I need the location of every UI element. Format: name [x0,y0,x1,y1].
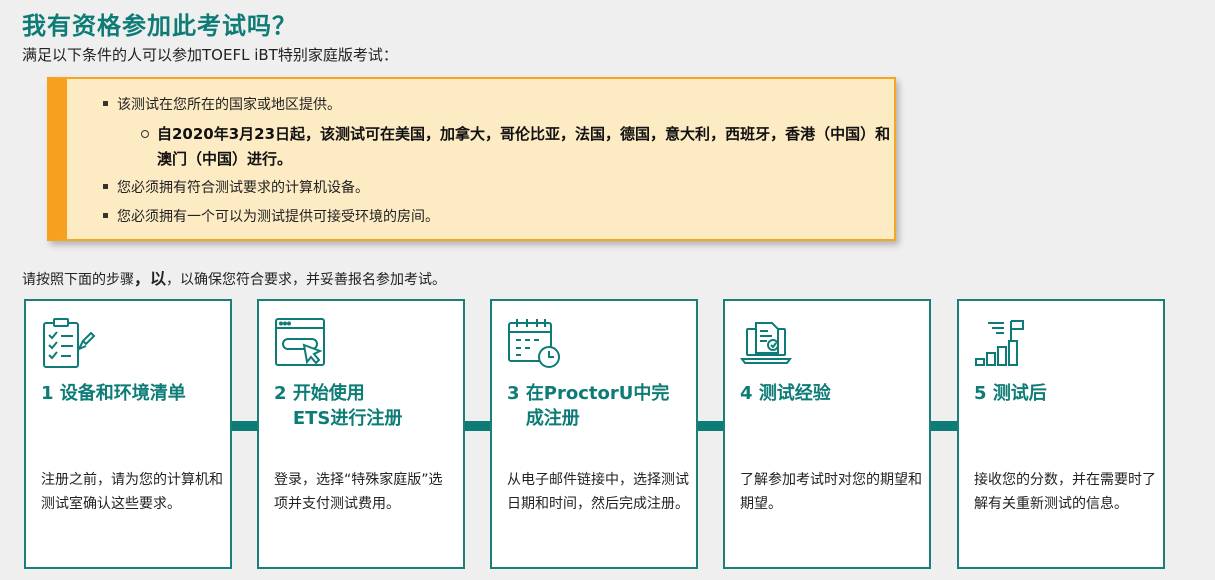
eligibility-notice-box: 该测试在您所在的国家或地区提供。 自2020年3月23日起，该测试可在美国，加拿… [47,77,896,241]
notice-item-country: 该测试在您所在的国家或地区提供。 [103,94,341,114]
step-4-description: 了解参加考试时对您的期望和期望。 [740,472,922,512]
calendar-clock-icon [507,317,563,369]
step-4-title: 4 测试经验 [740,383,831,404]
steps-intro: 请按照下面的步骤，以，以确保您符合要求，并妥善报名参加考试。 [22,269,447,288]
step-3-title: 3 在ProctorU中完 成注册 [507,383,670,429]
page-title: 我有资格参加此考试吗？ [22,12,297,40]
step-connector [230,421,258,431]
step-card-4[interactable]: 4 测试经验 了解参加考试时对您的期望和期望。 [723,299,931,569]
laptop-document-icon [740,317,796,369]
step-1-description: 注册之前，请为您的计算机和测试室确认这些要求。 [41,472,223,512]
step-connector [697,421,725,431]
step-1-title: 1 设备和环境清单 [41,383,186,404]
step-card-1[interactable]: 1 设备和环境清单 注册之前，请为您的计算机和测试室确认这些要求。 [24,299,232,569]
step-5-description: 接收您的分数，并在需要时了解有关重新测试的信息。 [974,472,1156,512]
browser-click-icon [274,317,330,369]
notice-item-computer: 您必须拥有符合测试要求的计算机设备。 [103,177,369,197]
notice-item-room: 您必须拥有一个可以为测试提供可接受环境的房间。 [103,206,439,226]
checklist-icon [41,317,97,369]
step-card-5[interactable]: 5 测试后 接收您的分数，并在需要时了解有关重新测试的信息。 [957,299,1165,569]
step-card-3[interactable]: 3 在ProctorU中完 成注册 从电子邮件链接中，选择测试日期和时间，然后完… [490,299,698,569]
step-3-description: 从电子邮件链接中，选择测试日期和时间，然后完成注册。 [507,472,689,512]
notice-subitem-dates: 自2020年3月23日起，该测试可在美国，加拿大，哥伦比亚，法国，德国，意大利，… [141,122,897,172]
step-2-title: 2 开始使用 ETS进行注册 [274,383,403,429]
bar-chart-flag-icon [974,317,1030,369]
step-2-description: 登录，选择“特殊家庭版”选项并支付测试费用。 [274,472,443,512]
step-connector [931,421,959,431]
eligibility-intro: 满足以下条件的人可以参加TOEFL iBT特别家庭版考试： [22,46,398,64]
step-card-2[interactable]: 2 开始使用 ETS进行注册 登录，选择“特殊家庭版”选项并支付测试费用。 [257,299,465,569]
step-5-title: 5 测试后 [974,383,1047,404]
step-connector [464,421,492,431]
